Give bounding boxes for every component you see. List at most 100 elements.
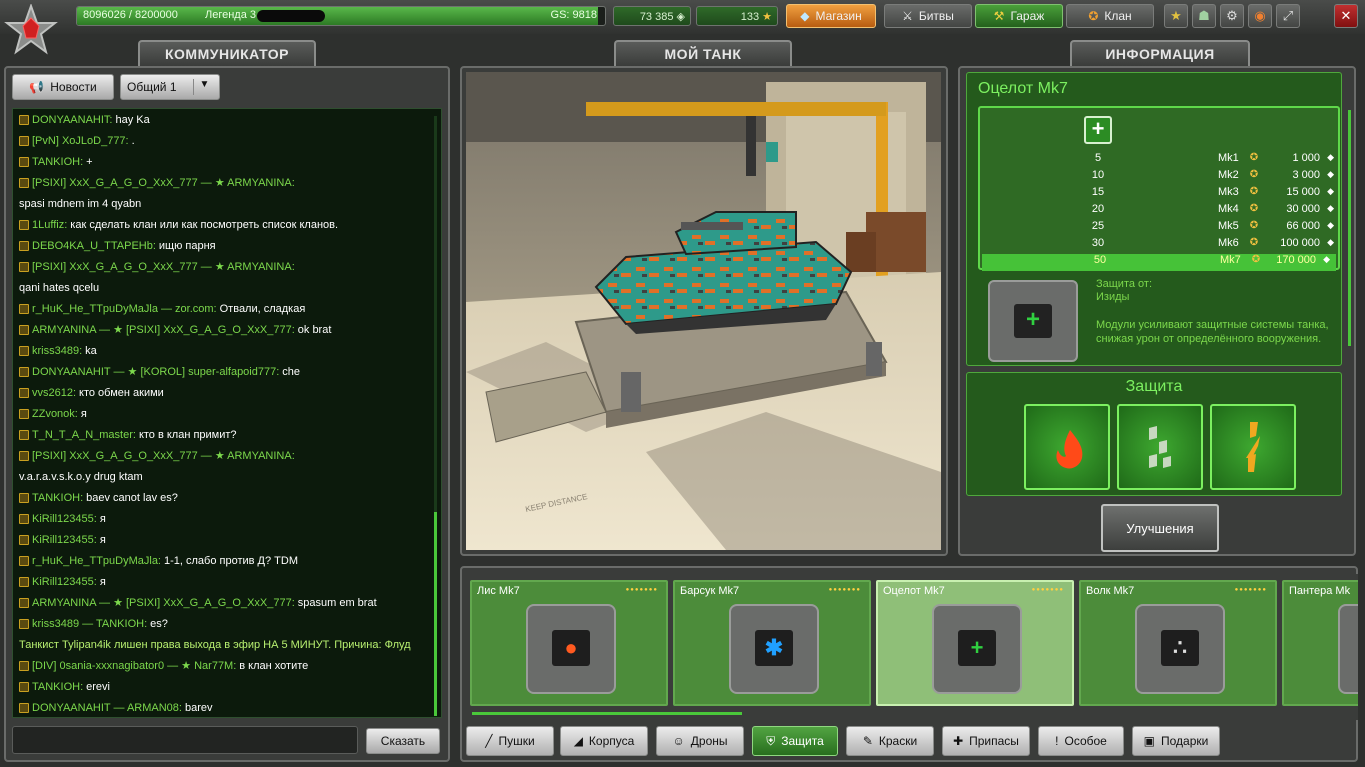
chat-text: spasi mdnem im 4 qyabn	[19, 197, 142, 210]
upgrade-level-dots: ●●●●●●●	[1234, 587, 1267, 593]
tank-preview[interactable]: KEEP DISTANCE	[466, 72, 941, 550]
channel-select[interactable]: Общий 1 ▼	[120, 74, 220, 100]
category-button[interactable]: ▣ Подарки	[1132, 726, 1220, 756]
upgrade-row: 25 Mk5 ✪ 66 000 ◆	[980, 220, 1340, 237]
chat-sender[interactable]: TANKIOH:	[32, 492, 83, 504]
settings-gear-icon[interactable]: ⚙	[1220, 4, 1244, 28]
protection-type: Изиды	[1096, 291, 1130, 303]
chat-sender[interactable]: r_HuK_He_TTpuDyMaJla:	[32, 555, 161, 567]
chat-sender[interactable]: kriss3489:	[32, 345, 82, 357]
garage-button[interactable]: ⚒ Гараж	[975, 4, 1063, 28]
info-scrollbar[interactable]	[1348, 110, 1351, 346]
chat-sender[interactable]: KiRill123455:	[32, 513, 97, 525]
upgrade-price: 30 000	[1286, 203, 1320, 215]
shield-icon: ⛨	[766, 733, 776, 748]
railgun-protection-card[interactable]	[1117, 404, 1203, 490]
garage-item-name: Пантера Mk	[1289, 585, 1351, 597]
upgrade-row: 10 Mk2 ✪ 3 000 ◆	[980, 169, 1340, 186]
chat-sender[interactable]: KiRill123455:	[32, 576, 97, 588]
chat-text: кто в клан примит?	[138, 428, 237, 441]
upgrade-level: 25	[1091, 220, 1105, 232]
upgrade-rank-icon: ✪	[1249, 186, 1259, 197]
chat-text: Отвали, сладкая	[219, 302, 306, 315]
garage-item[interactable]: Пантера Mk●●●●●●●■	[1282, 580, 1358, 706]
friends-icon[interactable]: ☗	[1192, 4, 1216, 28]
category-button[interactable]: ╱ Пушки	[466, 726, 554, 756]
chat-sender[interactable]: ARMYANINA — ★ [PSIXI] XxX_G_A_G_O_XxX_77…	[32, 596, 295, 609]
module-frame: +	[932, 604, 1022, 694]
garage-item[interactable]: Волк Mk7 ●●●●●●● ∴	[1079, 580, 1277, 706]
chat-sender[interactable]: ZZvonok:	[32, 408, 78, 420]
crystal-icon: ◆	[1327, 152, 1334, 162]
category-button[interactable]: ☺ Дроны	[656, 726, 744, 756]
chat-sender[interactable]: DEBO4KA_U_TTAPEHb:	[32, 240, 156, 252]
chat-sender[interactable]: DONYAANAHIT — ARMAN08:	[32, 702, 182, 714]
rank-icon	[19, 156, 29, 167]
upgrades-button[interactable]: Улучшения	[1101, 504, 1219, 552]
garage-item[interactable]: Лис Mk7 ●●●●●●● ●	[470, 580, 668, 706]
chat-text: я	[99, 512, 106, 525]
chat-sender[interactable]: ARMYANINA — ★ [PSIXI] XxX_G_A_G_O_XxX_77…	[32, 323, 295, 336]
rank-logo	[4, 2, 58, 58]
chat-text: я	[99, 575, 106, 588]
category-button[interactable]: ⛨ Защита	[752, 726, 838, 756]
close-icon[interactable]: ✕	[1334, 4, 1358, 28]
upgrade-rank-icon: ✪	[1249, 152, 1259, 163]
chat-sender[interactable]: 1Luffiz:	[32, 219, 67, 231]
garage-item[interactable]: Барсук Mk7 ●●●●●●● ✱	[673, 580, 871, 706]
chat-sender[interactable]: TANKIOH:	[32, 156, 83, 168]
sound-icon[interactable]: ◉	[1248, 4, 1272, 28]
gift-icon: ▣	[1143, 734, 1155, 748]
garage-item[interactable]: Оцелот Mk7 ●●●●●●● +	[876, 580, 1074, 706]
chat-sender[interactable]: kriss3489 — TANKIOH:	[32, 618, 147, 630]
module-frame: +	[988, 280, 1078, 362]
chat-sender[interactable]: TANKIOH:	[32, 681, 83, 693]
battles-button[interactable]: ⚔ Битвы	[884, 4, 972, 28]
chat-message: TANKIOH: baev canot lav es?	[13, 487, 441, 508]
chat-sender[interactable]: [PvN] XoJLoD_777:	[32, 135, 129, 147]
rank-icon	[19, 135, 29, 146]
chat-input[interactable]	[12, 726, 358, 754]
module-frame: ■	[1338, 604, 1358, 694]
chat-scrollbar-thumb[interactable]	[434, 512, 437, 716]
say-button[interactable]: Сказать	[366, 728, 440, 754]
chat-sender[interactable]: [DIV] 0sania-xxxnagibator0 — ★ Nar77M:	[32, 659, 236, 672]
rank-icon	[19, 681, 29, 692]
chat-sender[interactable]: DONYAANAHIT — ★ [KOROL] super-alfapoid77…	[32, 365, 279, 378]
chat-sender[interactable]: T_N_T_A_N_master:	[32, 429, 136, 441]
category-button[interactable]: ◢ Корпуса	[560, 726, 648, 756]
achievements-star-icon[interactable]: ★	[1164, 4, 1188, 28]
chat-message: T_N_T_A_N_master: кто в клан примит?	[13, 424, 441, 445]
megaphone-icon: 📢	[29, 80, 45, 94]
chat-sender[interactable]: [PSIXI] XxX_G_A_G_O_XxX_777 — ★ ARMYANIN…	[32, 176, 295, 189]
rank-icon	[19, 177, 29, 188]
chat-sender[interactable]: DONYAANAHIT:	[32, 114, 112, 126]
upgrade-row: 15 Mk3 ✪ 15 000 ◆	[980, 186, 1340, 203]
rank-icon	[19, 114, 29, 125]
garage-item-name: Волк Mk7	[1086, 585, 1135, 597]
shop-button[interactable]: ◆ Магазин	[786, 4, 876, 28]
category-button[interactable]: ✎ Краски	[846, 726, 934, 756]
chat-message: KiRill123455: я	[13, 529, 441, 550]
rank-icon	[19, 261, 29, 272]
garage-scrollbar[interactable]	[472, 712, 742, 715]
chat-text: spasum em brat	[297, 596, 377, 609]
chat-log[interactable]: DONYAANAHIT: hay Ka [PvN] XoJLoD_777:. TANK…	[12, 108, 442, 718]
thunder-protection-card[interactable]	[1210, 404, 1296, 490]
chat-sender[interactable]: [PSIXI] XxX_G_A_G_O_XxX_777 — ★ ARMYANIN…	[32, 260, 295, 273]
chat-message: ZZvonok: я	[13, 403, 441, 424]
chat-message: ARMYANINA — ★ [PSIXI] XxX_G_A_G_O_XxX_77…	[13, 319, 441, 340]
chat-sender[interactable]: r_HuK_He_TTpuDyMaJla — zor.com:	[32, 303, 217, 315]
rank-icon	[19, 534, 29, 545]
chat-sender[interactable]: vvs2612:	[32, 387, 76, 399]
fullscreen-icon[interactable]: ⤢	[1276, 4, 1300, 28]
chat-sender[interactable]: [PSIXI] XxX_G_A_G_O_XxX_777 — ★ ARMYANIN…	[32, 449, 295, 462]
category-button[interactable]: ! Особое	[1038, 726, 1124, 756]
clan-button[interactable]: ✪ Клан	[1066, 4, 1154, 28]
category-button[interactable]: ✚ Припасы	[942, 726, 1030, 756]
fire-protection-card[interactable]	[1024, 404, 1110, 490]
rank-icon	[19, 324, 29, 335]
chat-text: erevi	[86, 680, 110, 693]
chat-sender[interactable]: KiRill123455:	[32, 534, 97, 546]
news-button[interactable]: 📢 Новости	[12, 74, 114, 100]
